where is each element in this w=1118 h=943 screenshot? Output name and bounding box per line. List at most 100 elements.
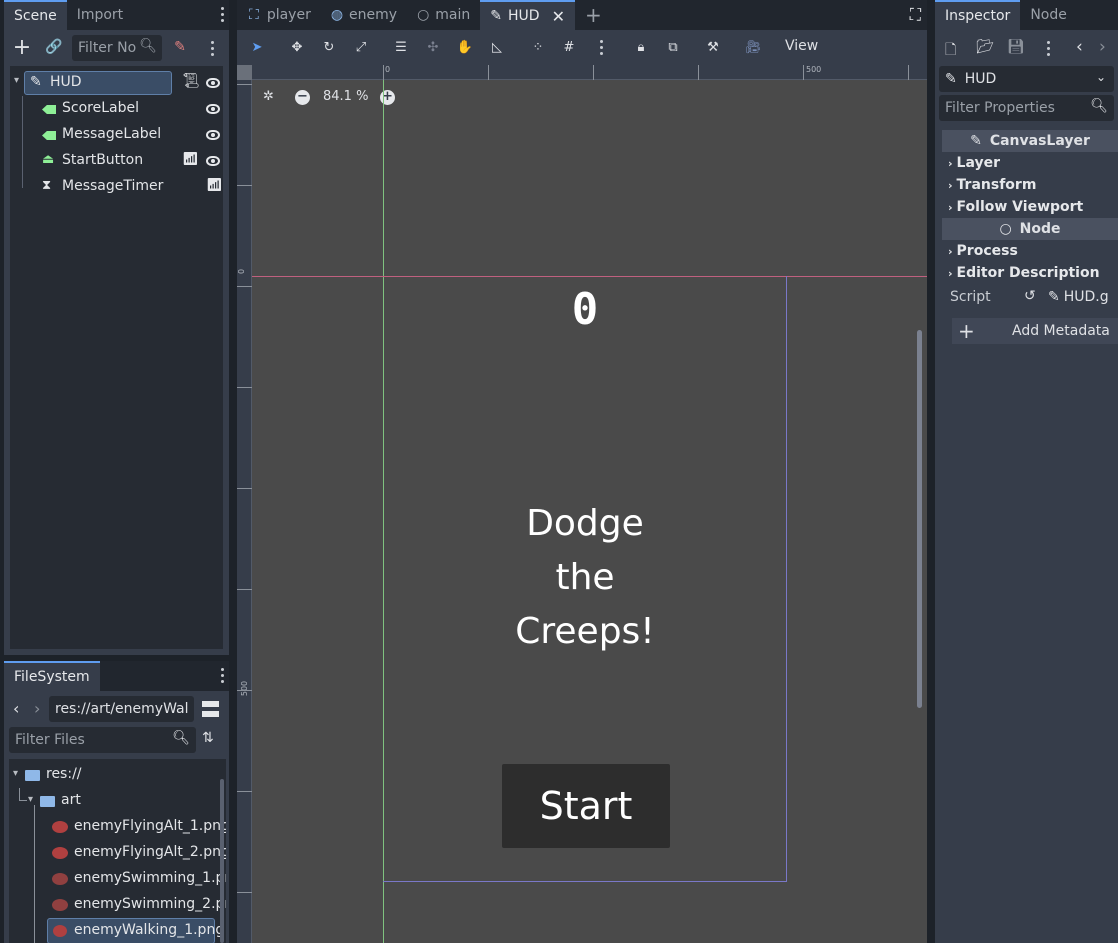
inspector-group-process[interactable]: › Process [942, 240, 1118, 262]
grid-snap-icon[interactable]: # [558, 36, 580, 58]
open-folder-icon[interactable]: 📂︎ [976, 39, 994, 55]
tree-node-hud[interactable]: ▾ ✎ HUD 📜︎ [10, 70, 223, 96]
tab-enemy[interactable]: ◍ enemy [321, 0, 407, 30]
revert-icon[interactable]: ↺ [1024, 288, 1036, 304]
split-view-icon[interactable] [202, 701, 219, 717]
property-filter-input[interactable]: Filter Properties 🔍︎ [939, 95, 1114, 121]
view-menu[interactable]: View [785, 38, 818, 54]
script-icon[interactable]: 📜︎ [182, 73, 200, 89]
score-label[interactable]: 0 [383, 277, 787, 343]
file-item-png[interactable]: enemySwimming_2.png [9, 892, 226, 918]
file-item-art[interactable]: ▾ art [9, 788, 214, 814]
group-icon[interactable]: ⧉ [662, 36, 684, 58]
add-metadata-button[interactable]: + Add Metadata [952, 318, 1118, 344]
camera-override-icon[interactable]: 🎥︎ [742, 36, 764, 58]
signal-icon[interactable]: 📶︎ [182, 152, 199, 167]
zoom-out-icon[interactable]: − [295, 90, 310, 105]
property-label: Script [950, 289, 991, 305]
visibility-eye-icon[interactable] [206, 104, 220, 114]
collapse-arrow-icon[interactable]: ▾ [28, 794, 33, 805]
back-arrow-icon[interactable]: ‹ [13, 699, 19, 718]
file-item-png-selected[interactable]: enemyWalking_1.png [47, 918, 224, 943]
collapse-arrow-icon[interactable]: ▾ [13, 768, 18, 779]
add-node-icon[interactable]: + [10, 35, 34, 60]
collapse-arrow-icon[interactable]: ▾ [14, 75, 19, 86]
move-tool-icon[interactable]: ✥ [286, 36, 308, 58]
tab-node[interactable]: Node [1020, 0, 1077, 30]
section-title: Node [1019, 221, 1061, 237]
tab-inspector[interactable]: Inspector [935, 0, 1021, 30]
inspector-group-follow-viewport[interactable]: › Follow Viewport [942, 196, 1118, 218]
script-property-row: Script ↺ ✎ HUD.g [942, 286, 1118, 310]
file-item-png[interactable]: enemySwimming_1.png [9, 866, 226, 892]
file-item-res-root[interactable]: ▾ res:// [9, 762, 214, 788]
filesystem-path-input[interactable]: res://art/enemyWalk [49, 696, 194, 722]
scene-filter-input[interactable]: Filter No 🔍︎ [72, 35, 162, 61]
file-item-label: enemyWalking_1.png [74, 922, 225, 938]
bones-icon[interactable]: ⚒ [702, 36, 724, 58]
lock-icon[interactable]: 🔒︎ [630, 36, 652, 58]
tree-node-messagelabel[interactable]: MessageLabel [10, 122, 223, 148]
filesystem-menu-icon[interactable] [219, 668, 225, 683]
zoom-level[interactable]: 84.1 % [323, 89, 368, 104]
inspector-section-node[interactable]: ○ Node [942, 218, 1118, 240]
close-icon[interactable]: ✕ [552, 7, 565, 26]
smart-snap-icon[interactable]: ⁘ [527, 36, 549, 58]
chevron-right-icon: › [948, 156, 953, 170]
inspector-group-editor-description[interactable]: › Editor Description [942, 262, 1118, 284]
fullscreen-icon[interactable]: ⛶ [910, 5, 921, 25]
enemy-sprite-thumbnail-icon [52, 899, 68, 911]
pivot-tool-icon[interactable]: ✣ [422, 36, 444, 58]
tab-scene[interactable]: Scene [4, 0, 67, 30]
forward-arrow-icon[interactable]: › [34, 699, 40, 718]
horizontal-ruler: 0 500 [252, 65, 927, 80]
tree-node-startbutton[interactable]: ⏏ StartButton 📶︎ [10, 148, 223, 174]
snap-options-menu-icon[interactable] [598, 40, 604, 55]
signal-icon[interactable]: 📶︎ [206, 178, 223, 193]
file-item-png[interactable]: enemyFlyingAlt_2.png [9, 840, 226, 866]
tab-filesystem[interactable]: FileSystem [4, 661, 100, 691]
tab-hud[interactable]: ✎ HUD ✕ [480, 0, 575, 30]
inspector-group-transform[interactable]: › Transform [942, 174, 1118, 196]
visibility-eye-icon[interactable] [206, 130, 220, 140]
sort-icon[interactable]: ⇅ [202, 730, 214, 746]
tab-player[interactable]: ⛶ player [237, 0, 321, 30]
message-label[interactable]: Dodge the Creeps! [383, 497, 787, 659]
tree-node-label: HUD [50, 74, 82, 90]
new-resource-icon[interactable]: 🗋︎ [945, 39, 956, 63]
canvas-viewport[interactable]: 0 500 0 500 ✲ − 84.1 % + 0 Dodge the Cre… [237, 65, 927, 943]
selectable-list-icon[interactable]: ☰ [390, 36, 412, 58]
attach-script-icon[interactable]: ✎ [168, 35, 192, 59]
inspector-section-canvaslayer[interactable]: ✎ CanvasLayer [942, 130, 1118, 152]
folder-icon [40, 796, 55, 807]
history-back-icon[interactable]: ‹ [1076, 37, 1083, 57]
tab-main[interactable]: ○ main [407, 0, 480, 30]
tab-import[interactable]: Import [67, 0, 133, 30]
rotate-tool-icon[interactable]: ↻ [318, 36, 340, 58]
script-value-field[interactable]: ✎ HUD.g [1048, 289, 1109, 305]
scene-dock-menu-icon[interactable] [219, 7, 225, 22]
object-selector[interactable]: ✎ HUD ⌄ [939, 66, 1114, 92]
inspector-menu-icon[interactable] [1045, 41, 1051, 56]
tree-node-scorelabel[interactable]: ScoreLabel [10, 96, 223, 122]
scale-tool-icon[interactable]: ⤢ [350, 36, 372, 58]
save-icon[interactable]: 💾︎ [1007, 39, 1025, 55]
filesystem-filter-input[interactable]: Filter Files 🔍︎ [9, 727, 196, 753]
instance-scene-icon[interactable]: 🔗 [42, 35, 66, 59]
visibility-eye-icon[interactable] [206, 156, 220, 166]
file-tree-scrollbar[interactable] [220, 779, 224, 943]
tree-node-messagetimer[interactable]: ⧗ MessageTimer 📶︎ [10, 174, 223, 200]
start-button[interactable]: Start [502, 764, 670, 848]
pan-tool-icon[interactable]: ✋ [454, 36, 476, 58]
scene-tools-menu-icon[interactable] [209, 41, 215, 56]
inspector-group-layer[interactable]: › Layer [942, 152, 1118, 174]
ruler-tool-icon[interactable]: ◺ [486, 36, 508, 58]
history-forward-icon[interactable]: › [1099, 37, 1106, 57]
center-view-icon[interactable]: ✲ [263, 89, 274, 104]
visibility-eye-icon[interactable] [206, 78, 220, 88]
file-item-label: res:// [46, 766, 82, 782]
select-tool-icon[interactable]: ➤ [246, 36, 268, 58]
file-item-png[interactable]: enemyFlyingAlt_1.png [9, 814, 226, 840]
viewport-scrollbar[interactable] [917, 330, 922, 708]
add-scene-tab-button[interactable]: + [575, 0, 612, 30]
